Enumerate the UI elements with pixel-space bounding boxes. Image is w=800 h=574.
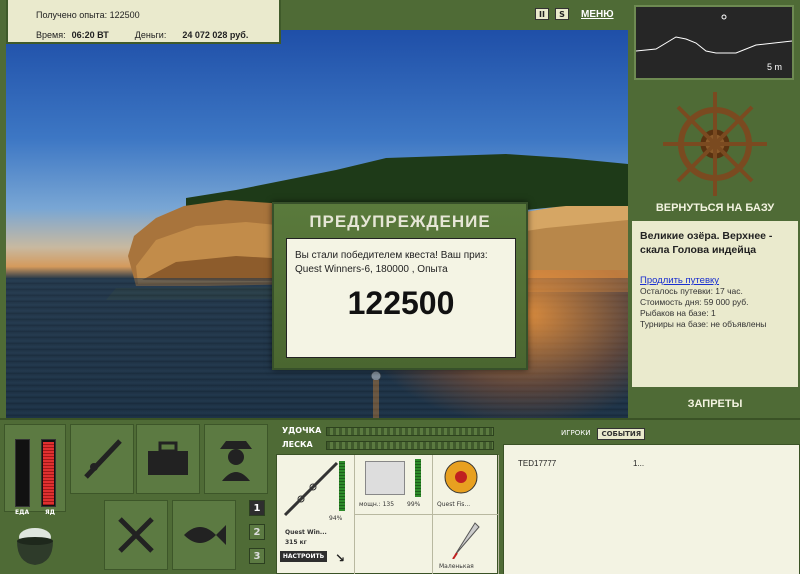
dialog-message: Вы стали победителем квеста! Ваш приз: Q… xyxy=(295,250,488,275)
line-spool-icon xyxy=(444,460,478,494)
chat-tabs: ИГРОКИ СОБЫТИЯ xyxy=(558,428,646,440)
fish-icon xyxy=(184,525,226,545)
tournaments-status: Турниры на базе: не объявлены xyxy=(640,319,767,329)
extend-trip-link[interactable]: Продлить путевку xyxy=(640,275,790,286)
location-title: Великие озёра. Верхнее - скала Голова ин… xyxy=(640,230,773,256)
empty-cell[interactable] xyxy=(355,515,433,574)
cauldron-icon[interactable] xyxy=(4,512,66,574)
tackle-grid: 94% Quest Win... 315 кг НАСТРОИТЬ ↘ мощн… xyxy=(276,454,499,574)
reel-icon xyxy=(365,461,405,495)
chat-area[interactable]: TED17777 1... xyxy=(503,444,800,574)
catch-slot[interactable] xyxy=(172,500,236,570)
tackle-status: УДОЧКА ЛЕСКА xyxy=(278,424,496,456)
rod-tension-bar xyxy=(326,427,494,436)
lure-cell[interactable]: Маленькая xyxy=(433,515,499,574)
tackle-set-3-button[interactable]: 3 xyxy=(249,548,265,564)
tackle-set-1-button[interactable]: 1 xyxy=(249,500,265,516)
expand-arrow-icon[interactable]: ↘ xyxy=(335,551,345,565)
tackle-box-slot[interactable] xyxy=(136,424,200,494)
player-value: 1... xyxy=(633,459,645,468)
trip-remaining: Осталось путевки: 17 час. xyxy=(640,286,743,296)
lure-name: Маленькая xyxy=(439,563,474,570)
reel-cell[interactable]: мощн.: 135 99% xyxy=(355,455,433,515)
line-cell[interactable]: Quest Fis... xyxy=(433,455,499,515)
bottom-bar: ЕДА ЯД 1 2 3 УДОЧКА ЛЕСКА 94% Quest Win.… xyxy=(0,418,800,574)
dialog-title: ПРЕДУПРЕЖДЕНИЕ xyxy=(309,212,491,231)
setup-button[interactable]: НАСТРОИТЬ xyxy=(280,551,327,562)
rod-item-icon xyxy=(283,461,339,517)
rod-cell[interactable]: 94% Quest Win... 315 кг НАСТРОИТЬ ↘ xyxy=(277,455,355,574)
bans-button[interactable]: ЗАПРЕТЫ xyxy=(630,398,800,410)
fork-knife-icon xyxy=(118,517,154,553)
lure-icon xyxy=(452,522,480,559)
info-panel: Получено опыта: 122500 Время: 06:20 ВТ Д… xyxy=(6,0,281,44)
xp-value: 122500 xyxy=(109,10,140,20)
food-meter xyxy=(15,439,30,507)
location-panel: Великие озёра. Верхнее - скала Голова ин… xyxy=(632,221,798,387)
line-status-label: ЛЕСКА xyxy=(282,440,313,449)
return-to-base-button[interactable]: ВЕРНУТЬСЯ НА БАЗУ xyxy=(630,202,800,214)
tab-events[interactable]: СОБЫТИЯ xyxy=(597,428,646,440)
line-tension-bar xyxy=(326,441,494,450)
tackle-box-icon xyxy=(148,441,188,475)
tab-players[interactable]: ИГРОКИ xyxy=(558,428,593,440)
dialog-xp-value: 122500 xyxy=(347,285,455,321)
xp-label: Получено опыта: xyxy=(36,10,108,20)
rod-status-label: УДОЧКА xyxy=(282,426,322,435)
rod-slot[interactable] xyxy=(70,424,134,494)
rod-condition-bar xyxy=(339,461,345,511)
fisherman-icon xyxy=(220,441,252,481)
time-label: Время: xyxy=(36,30,66,40)
meters-panel: ЕДА ЯД xyxy=(4,424,66,516)
reel-power: мощн.: 135 xyxy=(359,501,395,508)
fisherman-slot[interactable] xyxy=(204,424,268,494)
dialog-body: Вы стали победителем квеста! Ваш приз: Q… xyxy=(286,238,516,358)
sound-button[interactable]: S xyxy=(555,8,569,20)
depth-minimap[interactable]: 5 m xyxy=(634,5,794,80)
rod-weight: 315 кг xyxy=(285,539,307,546)
warning-dialog[interactable]: ПРЕДУПРЕЖДЕНИЕ Вы стали победителем квес… xyxy=(272,202,528,370)
player-name: TED17777 xyxy=(518,459,557,468)
bait-meter xyxy=(41,439,56,507)
line-name: Quest Fis... xyxy=(437,501,471,508)
money-label: Деньги: xyxy=(134,30,167,40)
rod-percent: 94% xyxy=(329,515,343,522)
top-icons: II S МЕНЮ xyxy=(535,8,614,20)
reel-condition-bar xyxy=(415,459,421,497)
time-value: 06:20 ВТ xyxy=(71,30,109,40)
list-item[interactable]: TED17777 1... xyxy=(518,459,785,468)
pause-button[interactable]: II xyxy=(535,8,549,20)
fishers-count: Рыбаков на базе: 1 xyxy=(640,308,716,318)
day-cost: Стоимость дня: 59 000 руб. xyxy=(640,297,749,307)
menu-button[interactable]: МЕНЮ xyxy=(581,9,614,20)
food-slot[interactable] xyxy=(104,500,168,570)
reel-percent: 99% xyxy=(407,501,421,508)
ship-wheel-icon[interactable] xyxy=(630,86,800,216)
money-value: 24 072 028 руб. xyxy=(182,30,249,40)
bait-meter-fill xyxy=(43,442,54,505)
rod-name: Quest Win... xyxy=(285,529,327,536)
fishing-rod-icon xyxy=(84,439,122,479)
depth-label: 5 m xyxy=(766,62,782,72)
tackle-set-2-button[interactable]: 2 xyxy=(249,524,265,540)
